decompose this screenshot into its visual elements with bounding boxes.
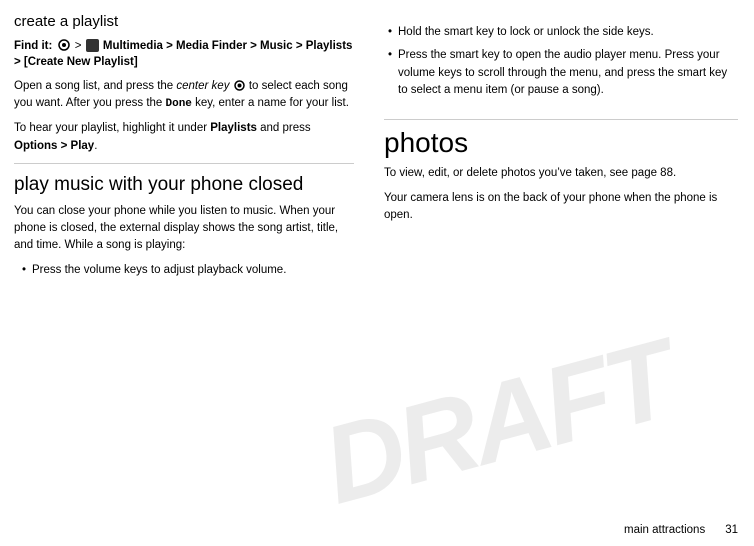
play-music-para1: You can close your phone while you liste… <box>14 203 354 255</box>
play-music-bullets: Press the volume keys to adjust playback… <box>22 262 354 279</box>
create-playlist-title: create a playlist <box>14 12 354 32</box>
bullet-volume-rest: to adjust playback volume. <box>148 264 287 276</box>
create-playlist-para1: Open a song list, and press the center k… <box>14 78 354 113</box>
page-footer: main attractions 31 <box>624 524 738 536</box>
center-key-nav-icon <box>58 39 70 51</box>
bullet-hold-rest: to lock or unlock the side keys. <box>494 26 654 38</box>
bullet-volume-keys: Press the volume keys to adjust playback… <box>22 262 354 279</box>
play-music-section: play music with your phone closed You ca… <box>14 174 354 280</box>
photos-para2: Your camera lens is on the back of your … <box>384 190 738 225</box>
photos-title: photos <box>384 128 738 159</box>
right-column-bullets: Hold the smart key to lock or unlock the… <box>388 24 738 99</box>
photos-para1: To view, edit, or delete photos you’ve t… <box>384 165 738 182</box>
bullet-hold-smart-key: Hold the smart key to lock or unlock the… <box>388 24 738 41</box>
photos-section: photos To view, edit, or delete photos y… <box>384 128 738 225</box>
find-it-line: Find it: > Multimedia > Media Finder > M… <box>14 38 354 70</box>
section-divider <box>14 163 354 164</box>
bullet-press-smart-key: Press the smart key to open the audio pl… <box>388 47 738 99</box>
bullet-press-bold: Press the smart key <box>398 49 500 61</box>
photos-divider <box>384 119 738 120</box>
find-it-label: Find it: <box>14 40 52 52</box>
page-container: create a playlist Find it: > Multimedia … <box>0 0 754 546</box>
page-number: 31 <box>725 524 738 536</box>
footer-text: main attractions <box>624 524 705 536</box>
multimedia-icon <box>86 39 99 52</box>
left-column: create a playlist Find it: > Multimedia … <box>0 0 370 546</box>
create-playlist-para2: To hear your playlist, highlight it unde… <box>14 120 354 155</box>
bullet-volume-bold: Press the volume keys <box>32 264 148 276</box>
find-it-separator: > <box>75 40 85 52</box>
play-music-title: play music with your phone closed <box>14 174 354 197</box>
create-playlist-section: create a playlist Find it: > Multimedia … <box>14 12 354 155</box>
bullet-hold-bold: Hold the smart key <box>398 26 494 38</box>
right-column: Hold the smart key to lock or unlock the… <box>370 0 754 546</box>
